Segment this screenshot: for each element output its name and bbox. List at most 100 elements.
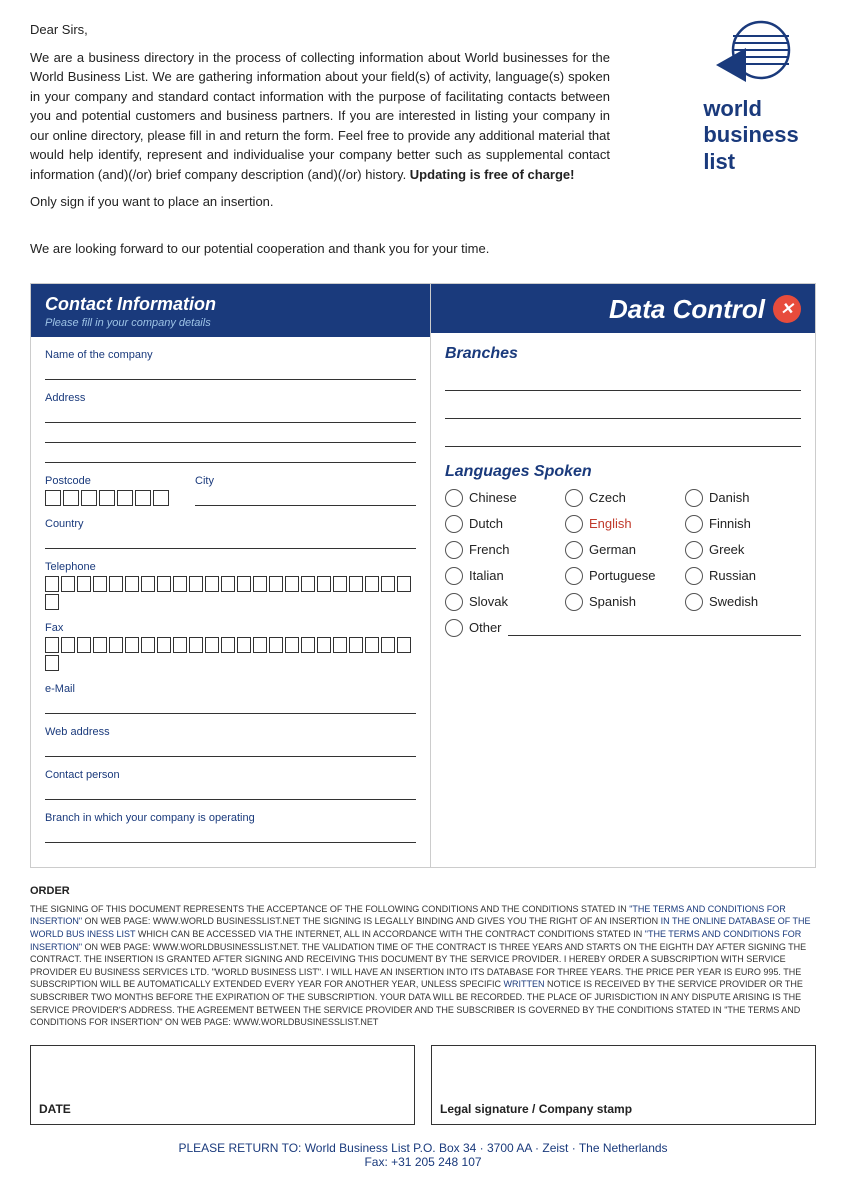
branch-input-3[interactable] bbox=[445, 427, 801, 447]
branch-input[interactable] bbox=[45, 827, 416, 843]
telephone-boxes bbox=[45, 576, 416, 610]
tel-box-7[interactable] bbox=[141, 576, 155, 592]
fax-box-4[interactable] bbox=[93, 637, 107, 653]
tel-box-15[interactable] bbox=[269, 576, 283, 592]
fax-box-11[interactable] bbox=[205, 637, 219, 653]
date-box: DATE bbox=[30, 1045, 415, 1125]
tel-box-14[interactable] bbox=[253, 576, 267, 592]
radio-english[interactable] bbox=[565, 515, 583, 533]
tel-box-11[interactable] bbox=[205, 576, 219, 592]
tel-box-17[interactable] bbox=[301, 576, 315, 592]
fax-box-5[interactable] bbox=[109, 637, 123, 653]
lang-greek-label: Greek bbox=[709, 542, 744, 557]
other-input[interactable] bbox=[508, 620, 801, 636]
radio-italian[interactable] bbox=[445, 567, 463, 585]
fax-box-3[interactable] bbox=[77, 637, 91, 653]
postcode-boxes bbox=[45, 490, 185, 506]
tel-box-8[interactable] bbox=[157, 576, 171, 592]
radio-other[interactable] bbox=[445, 619, 463, 637]
lang-dutch-label: Dutch bbox=[469, 516, 503, 531]
contact-title: Contact Information bbox=[45, 294, 416, 315]
contact-person-input[interactable] bbox=[45, 784, 416, 800]
fax-box-20[interactable] bbox=[349, 637, 363, 653]
tel-box-1[interactable] bbox=[45, 576, 59, 592]
address-line2[interactable] bbox=[45, 427, 416, 443]
tel-box-16[interactable] bbox=[285, 576, 299, 592]
fax-box-2[interactable] bbox=[61, 637, 75, 653]
fax-box-16[interactable] bbox=[285, 637, 299, 653]
fax-box-10[interactable] bbox=[189, 637, 203, 653]
address-line1[interactable] bbox=[45, 407, 416, 423]
address-field: Address bbox=[45, 392, 416, 463]
lang-german: German bbox=[565, 541, 681, 559]
company-name-input[interactable] bbox=[45, 364, 416, 380]
radio-russian[interactable] bbox=[685, 567, 703, 585]
radio-german[interactable] bbox=[565, 541, 583, 559]
lang-chinese-label: Chinese bbox=[469, 490, 517, 505]
postcode-box-2[interactable] bbox=[63, 490, 79, 506]
fax-box-13[interactable] bbox=[237, 637, 251, 653]
lang-swedish: Swedish bbox=[685, 593, 801, 611]
tel-box-10[interactable] bbox=[189, 576, 203, 592]
tel-box-5[interactable] bbox=[109, 576, 123, 592]
radio-spanish[interactable] bbox=[565, 593, 583, 611]
tel-box-18[interactable] bbox=[317, 576, 331, 592]
tel-box-2[interactable] bbox=[61, 576, 75, 592]
tel-box-9[interactable] bbox=[173, 576, 187, 592]
branch-input-2[interactable] bbox=[445, 399, 801, 419]
tel-box-12[interactable] bbox=[221, 576, 235, 592]
radio-swedish[interactable] bbox=[685, 593, 703, 611]
fax-box-23[interactable] bbox=[397, 637, 411, 653]
radio-czech[interactable] bbox=[565, 489, 583, 507]
web-input[interactable] bbox=[45, 741, 416, 757]
tel-box-23[interactable] bbox=[397, 576, 411, 592]
radio-chinese[interactable] bbox=[445, 489, 463, 507]
tel-box-19[interactable] bbox=[333, 576, 347, 592]
date-label: DATE bbox=[39, 1102, 71, 1116]
radio-french[interactable] bbox=[445, 541, 463, 559]
tel-box-13[interactable] bbox=[237, 576, 251, 592]
postcode-box-6[interactable] bbox=[135, 490, 151, 506]
radio-finnish[interactable] bbox=[685, 515, 703, 533]
radio-dutch[interactable] bbox=[445, 515, 463, 533]
postcode-box-7[interactable] bbox=[153, 490, 169, 506]
tel-box-6[interactable] bbox=[125, 576, 139, 592]
tel-box-22[interactable] bbox=[381, 576, 395, 592]
branch-input-1[interactable] bbox=[445, 371, 801, 391]
order-text: THE SIGNING OF THIS DOCUMENT REPRESENTS … bbox=[30, 903, 816, 1029]
fax-box-1[interactable] bbox=[45, 637, 59, 653]
tel-box-20[interactable] bbox=[349, 576, 363, 592]
radio-danish[interactable] bbox=[685, 489, 703, 507]
country-input[interactable] bbox=[45, 533, 416, 549]
fax-box-15[interactable] bbox=[269, 637, 283, 653]
fax-box-24[interactable] bbox=[45, 655, 59, 671]
contact-subtitle: Please fill in your company details bbox=[45, 317, 416, 329]
fax-box-18[interactable] bbox=[317, 637, 331, 653]
postcode-box-4[interactable] bbox=[99, 490, 115, 506]
city-input[interactable] bbox=[195, 490, 416, 506]
radio-greek[interactable] bbox=[685, 541, 703, 559]
radio-slovak[interactable] bbox=[445, 593, 463, 611]
postcode-box-5[interactable] bbox=[117, 490, 133, 506]
tel-box-24[interactable] bbox=[45, 594, 59, 610]
fax-box-9[interactable] bbox=[173, 637, 187, 653]
fax-box-21[interactable] bbox=[365, 637, 379, 653]
fax-box-14[interactable] bbox=[253, 637, 267, 653]
fax-box-19[interactable] bbox=[333, 637, 347, 653]
fax-box-8[interactable] bbox=[157, 637, 171, 653]
postcode-box-1[interactable] bbox=[45, 490, 61, 506]
fax-box-6[interactable] bbox=[125, 637, 139, 653]
postcode-box-3[interactable] bbox=[81, 490, 97, 506]
fax-box-17[interactable] bbox=[301, 637, 315, 653]
fax-box-22[interactable] bbox=[381, 637, 395, 653]
tel-box-21[interactable] bbox=[365, 576, 379, 592]
lang-russian: Russian bbox=[685, 567, 801, 585]
tel-box-4[interactable] bbox=[93, 576, 107, 592]
address-line3[interactable] bbox=[45, 447, 416, 463]
tel-box-3[interactable] bbox=[77, 576, 91, 592]
fax-box-7[interactable] bbox=[141, 637, 155, 653]
radio-portuguese[interactable] bbox=[565, 567, 583, 585]
email-input[interactable] bbox=[45, 698, 416, 714]
lang-finnish-label: Finnish bbox=[709, 516, 751, 531]
fax-box-12[interactable] bbox=[221, 637, 235, 653]
